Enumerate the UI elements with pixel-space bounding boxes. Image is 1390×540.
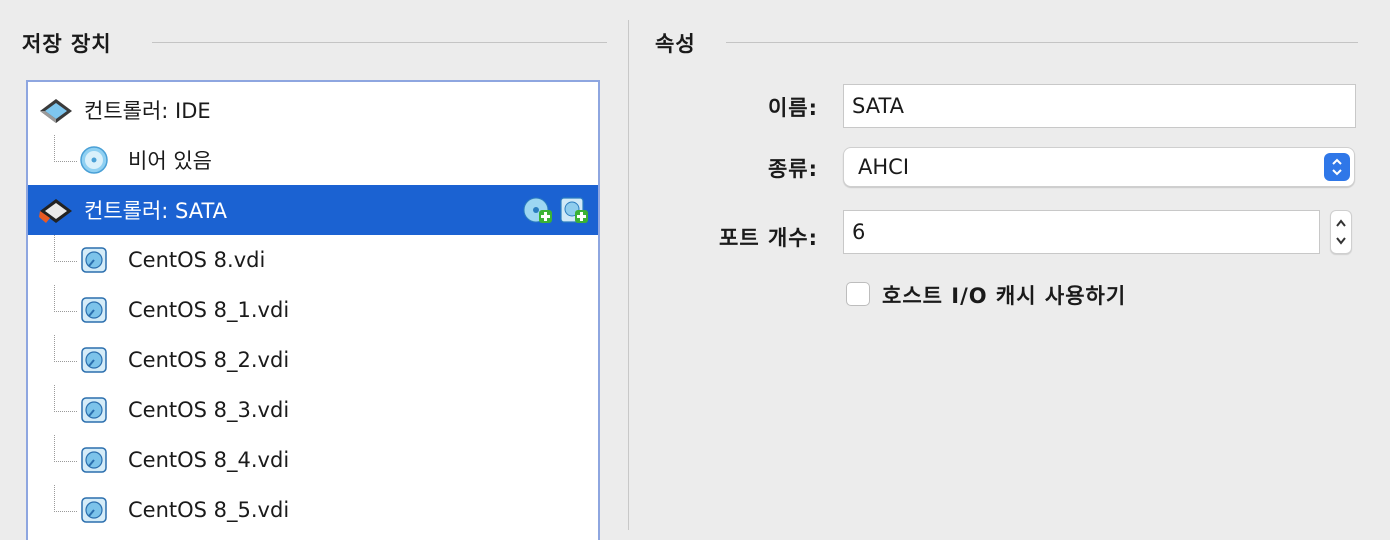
tree-item-label: CentOS 8_4.vdi: [128, 448, 290, 472]
hard-disk-icon: [81, 247, 107, 273]
vertical-divider: [628, 20, 629, 530]
type-label: 종류:: [767, 157, 818, 181]
host-io-cache-checkbox[interactable]: [846, 282, 870, 306]
name-label: 이름:: [767, 96, 818, 120]
stepper-arrows-icon: [1336, 219, 1346, 245]
tree-item-label: CentOS 8_3.vdi: [128, 398, 290, 422]
port-count-field[interactable]: 6: [843, 210, 1320, 254]
tree-connector: [54, 285, 77, 312]
tree-connector: [54, 135, 77, 162]
tree-connector: [54, 435, 77, 462]
port-count-label: 포트 개수:: [719, 226, 818, 250]
port-count-stepper[interactable]: [1330, 210, 1352, 254]
tree-item-label: CentOS 8_5.vdi: [128, 498, 290, 522]
tree-connector: [54, 385, 77, 412]
add-optical-drive-icon[interactable]: [522, 195, 554, 227]
chevron-updown-icon: [1324, 153, 1350, 181]
storage-section-divider: [152, 42, 607, 43]
tree-connector: [54, 235, 77, 262]
tree-item-label: CentOS 8_1.vdi: [128, 298, 290, 322]
controller-actions: [522, 195, 590, 227]
controller-icon: [39, 199, 72, 223]
tree-item-disk[interactable]: CentOS 8.vdi: [28, 235, 598, 285]
hard-disk-icon: [81, 397, 107, 423]
hard-disk-icon: [81, 347, 107, 373]
tree-connector: [54, 485, 77, 512]
name-field[interactable]: SATA: [843, 84, 1356, 128]
tree-item-disk[interactable]: CentOS 8_3.vdi: [28, 385, 598, 435]
name-field-value: SATA: [852, 94, 905, 118]
host-io-cache-label: 호스트 I/O 캐시 사용하기: [882, 284, 1127, 308]
tree-connector: [54, 335, 77, 362]
controller-label: 컨트롤러: SATA: [84, 199, 228, 223]
storage-section-title: 저장 장치: [22, 32, 112, 56]
tree-item-empty-drive[interactable]: 비어 있음: [28, 135, 598, 185]
type-select[interactable]: AHCI: [843, 147, 1355, 187]
controller-label: 컨트롤러: IDE: [84, 99, 211, 123]
tree-item-label: 비어 있음: [128, 149, 212, 173]
tree-item-disk[interactable]: CentOS 8_5.vdi: [28, 485, 598, 535]
tree-item-disk[interactable]: CentOS 8_2.vdi: [28, 335, 598, 385]
hard-disk-icon: [81, 497, 107, 523]
port-count-value: 6: [852, 220, 866, 244]
attributes-section-title: 속성: [655, 32, 696, 56]
tree-item-disk[interactable]: CentOS 8_1.vdi: [28, 285, 598, 335]
tree-item-label: CentOS 8_2.vdi: [128, 348, 290, 372]
tree-controller-ide[interactable]: 컨트롤러: IDE: [28, 85, 598, 135]
tree-controller-sata[interactable]: 컨트롤러: SATA: [28, 185, 598, 235]
tree-item-disk[interactable]: CentOS 8_4.vdi: [28, 435, 598, 485]
hard-disk-icon: [81, 447, 107, 473]
type-select-value: AHCI: [858, 155, 910, 179]
optical-disc-icon: [80, 146, 108, 174]
attributes-section-divider: [726, 42, 1358, 43]
controller-icon: [40, 99, 72, 123]
storage-tree[interactable]: 컨트롤러: IDE 비어 있음 컨트롤러: SATA CentOS 8.vdi …: [26, 80, 600, 540]
tree-item-label: CentOS 8.vdi: [128, 248, 266, 272]
hard-disk-icon: [81, 297, 107, 323]
add-hard-disk-icon[interactable]: [558, 195, 590, 227]
